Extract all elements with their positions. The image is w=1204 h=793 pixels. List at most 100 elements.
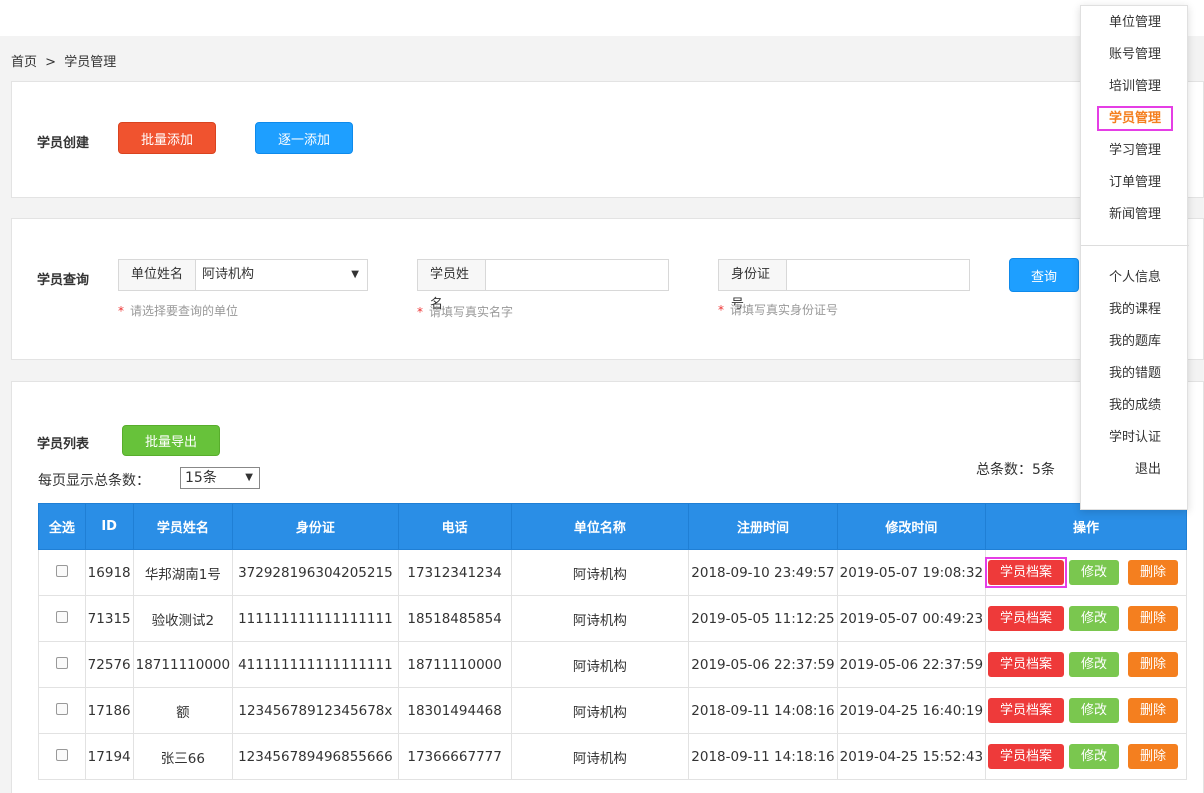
menu-item-study-manage[interactable]: 学习管理 <box>1081 140 1189 162</box>
row-checkbox[interactable] <box>55 748 68 761</box>
row-checkbox[interactable] <box>55 564 68 577</box>
col-select-all[interactable]: 全选 <box>38 503 86 550</box>
delete-button[interactable]: 删除 <box>1128 560 1179 585</box>
cell-phone: 17312341234 <box>397 549 512 596</box>
unit-select-text: 阿诗机构 <box>202 267 255 282</box>
user-dropdown-menu: 单位管理 账号管理 培训管理 学员管理 学习管理 订单管理 新闻管理 个人信息 … <box>1080 5 1189 510</box>
menu-item-logout[interactable]: 退出 <box>1081 459 1189 481</box>
cell-id: 16918 <box>84 549 134 596</box>
cell-modify-time: 2019-05-06 22:37:59 <box>836 641 987 688</box>
cell-idcard: 111111111111111111 <box>232 595 399 642</box>
student-create-panel: 学员创建 批量添加 逐一添加 <box>11 81 1204 198</box>
breadcrumb-home[interactable]: 首页 <box>11 55 37 70</box>
unit-hint: * 请选择要查询的单位 <box>118 302 238 319</box>
menu-item-news-manage[interactable]: 新闻管理 <box>1081 204 1189 226</box>
name-input[interactable] <box>486 260 668 290</box>
cell-modify-time: 2019-04-25 16:40:19 <box>836 687 987 734</box>
edit-button[interactable]: 修改 <box>1069 560 1120 585</box>
cell-name: 18711110000 <box>132 641 234 688</box>
idcard-field[interactable]: 身份证号 <box>718 259 970 312</box>
table-row: 16918 华邦湖南1号 372928196304205215 17312341… <box>38 549 1187 596</box>
cell-phone: 18518485854 <box>397 595 512 642</box>
menu-item-hours-certification[interactable]: 学时认证 <box>1081 427 1189 449</box>
col-register-time: 注册时间 <box>688 503 838 550</box>
menu-item-training-manage[interactable]: 培训管理 <box>1081 76 1189 98</box>
batch-export-button[interactable]: 批量导出 <box>122 425 220 456</box>
menu-item-my-courses[interactable]: 我的课程 <box>1081 299 1189 321</box>
per-page-value: 15条 <box>185 470 217 486</box>
cell-id: 17186 <box>84 687 134 734</box>
cell-actions: 学员档案 修改 删除 <box>985 733 1187 780</box>
idcard-hint: * 请填写真实身份证号 <box>718 301 838 318</box>
col-unit: 单位名称 <box>510 503 690 550</box>
menu-item-unit-manage[interactable]: 单位管理 <box>1081 12 1189 34</box>
cell-name: 张三66 <box>132 733 234 780</box>
student-query-panel: 学员查询 单位姓名 阿诗机构 ▼ * 请选择要查询的单位 学员姓名 * 请填写真实名… <box>11 218 1204 360</box>
col-modify-time: 修改时间 <box>836 503 987 550</box>
cell-name: 验收测试2 <box>132 595 234 642</box>
cell-id: 17194 <box>84 733 134 780</box>
unit-select[interactable]: 单位姓名 阿诗机构 ▼ <box>118 259 368 291</box>
idcard-hint-text: 请填写真实身份证号 <box>730 303 839 317</box>
cell-phone: 17366667777 <box>397 733 512 780</box>
cell-id: 72576 <box>84 641 134 688</box>
name-field-label: 学员姓名 <box>418 260 486 312</box>
idcard-input[interactable] <box>787 260 969 290</box>
menu-divider <box>1081 245 1189 246</box>
batch-add-button[interactable]: 批量添加 <box>118 122 216 154</box>
cell-register-time: 2018-09-11 14:08:16 <box>688 687 838 734</box>
cell-unit: 阿诗机构 <box>510 595 690 642</box>
menu-item-account-manage[interactable]: 账号管理 <box>1081 44 1189 66</box>
row-checkbox[interactable] <box>55 656 68 669</box>
menu-item-order-manage[interactable]: 订单管理 <box>1081 172 1189 194</box>
cell-idcard: 123456789496855666 <box>232 733 399 780</box>
name-field[interactable]: 学员姓名 <box>417 259 669 312</box>
cell-register-time: 2019-05-06 22:37:59 <box>688 641 838 688</box>
unit-select-label: 单位姓名 <box>119 260 197 290</box>
breadcrumb-separator: > <box>45 55 57 70</box>
required-mark: * <box>417 305 423 319</box>
delete-button[interactable]: 删除 <box>1128 652 1179 677</box>
per-page-label: 每页显示总条数： <box>38 473 150 489</box>
create-section-label: 学员创建 <box>37 136 90 151</box>
search-button[interactable]: 查询 <box>1009 258 1079 292</box>
delete-button[interactable]: 删除 <box>1128 698 1179 723</box>
row-checkbox[interactable] <box>55 610 68 623</box>
chevron-down-icon: ▼ <box>245 472 253 483</box>
student-list-panel: 学员列表 批量导出 每页显示总条数： 15条 ▼ 总条数：5条 全选 ID 学员… <box>11 381 1204 793</box>
per-page-select[interactable]: 15条 ▼ <box>180 467 260 489</box>
archive-button[interactable]: 学员档案 <box>985 557 1068 588</box>
delete-button[interactable]: 删除 <box>1128 606 1179 631</box>
cell-modify-time: 2019-04-25 15:52:43 <box>836 733 987 780</box>
archive-button[interactable]: 学员档案 <box>988 606 1065 631</box>
edit-button[interactable]: 修改 <box>1069 744 1120 769</box>
top-bar <box>0 0 1204 36</box>
menu-item-my-wrong-questions[interactable]: 我的错题 <box>1081 363 1189 385</box>
archive-button[interactable]: 学员档案 <box>988 652 1065 677</box>
row-checkbox[interactable] <box>55 702 68 715</box>
cell-unit: 阿诗机构 <box>510 687 690 734</box>
menu-item-my-scores[interactable]: 我的成绩 <box>1081 395 1189 417</box>
single-add-button[interactable]: 逐一添加 <box>255 122 353 154</box>
cell-name: 额 <box>132 687 234 734</box>
delete-button[interactable]: 删除 <box>1128 744 1179 769</box>
table-row: 72576 18711110000 411111111111111111 187… <box>38 641 1187 688</box>
archive-button[interactable]: 学员档案 <box>988 698 1065 723</box>
menu-item-student-manage[interactable]: 学员管理 <box>1081 106 1189 131</box>
total-count: 总条数：5条 <box>976 462 1055 478</box>
edit-button[interactable]: 修改 <box>1069 652 1120 677</box>
list-section-label: 学员列表 <box>37 437 90 452</box>
cell-unit: 阿诗机构 <box>510 549 690 596</box>
menu-item-my-question-bank[interactable]: 我的题库 <box>1081 331 1189 353</box>
col-name: 学员姓名 <box>132 503 234 550</box>
unit-select-value[interactable]: 阿诗机构 ▼ <box>196 260 367 290</box>
menu-item-profile[interactable]: 个人信息 <box>1081 267 1189 289</box>
edit-button[interactable]: 修改 <box>1069 606 1120 631</box>
edit-button[interactable]: 修改 <box>1069 698 1120 723</box>
required-mark: * <box>118 304 124 318</box>
table-header-row: 全选 ID 学员姓名 身份证 电话 单位名称 注册时间 修改时间 操作 <box>38 503 1187 550</box>
archive-button[interactable]: 学员档案 <box>988 744 1065 769</box>
breadcrumb-current: 学员管理 <box>64 55 117 70</box>
col-phone: 电话 <box>397 503 512 550</box>
cell-actions: 学员档案 修改 删除 <box>985 641 1187 688</box>
